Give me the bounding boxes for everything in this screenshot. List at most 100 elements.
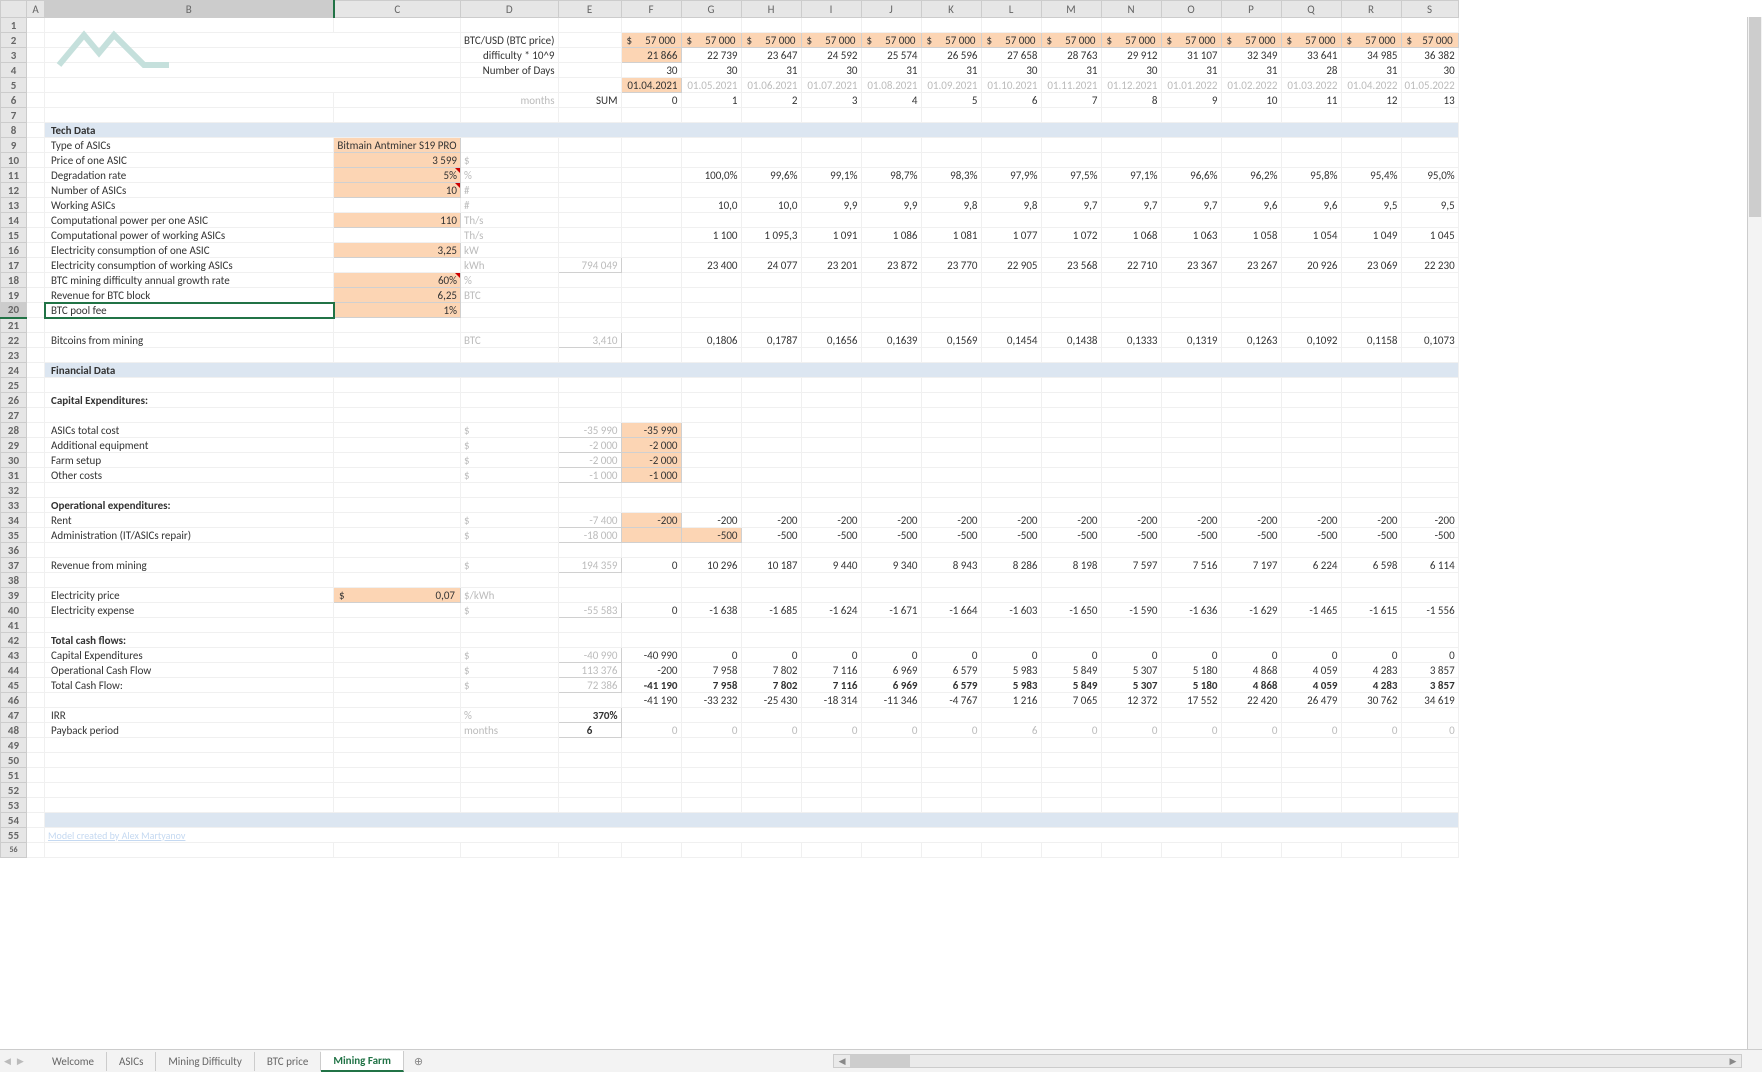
cell[interactable] xyxy=(861,738,921,753)
cell[interactable] xyxy=(1401,348,1458,363)
cell[interactable] xyxy=(861,573,921,588)
cell[interactable] xyxy=(861,18,921,33)
cell[interactable] xyxy=(1341,753,1401,768)
cell[interactable] xyxy=(1161,108,1221,123)
cell[interactable] xyxy=(621,228,681,243)
cell[interactable]: 7 516 xyxy=(1161,558,1221,573)
cell[interactable] xyxy=(45,93,334,108)
cell[interactable] xyxy=(558,243,621,258)
row-header[interactable]: 32 xyxy=(1,483,27,498)
cell[interactable]: 0 xyxy=(1281,723,1341,738)
cell[interactable] xyxy=(681,153,741,168)
cell[interactable] xyxy=(1341,438,1401,453)
cell[interactable] xyxy=(1041,243,1101,258)
cell[interactable] xyxy=(741,393,801,408)
row-header[interactable]: 14 xyxy=(1,213,27,228)
cell[interactable]: BTC mining difficulty annual growth rate xyxy=(45,273,334,288)
cell[interactable] xyxy=(45,108,334,123)
cell[interactable]: $57 000 xyxy=(681,33,741,48)
cell[interactable]: 5 180 xyxy=(1161,678,1221,693)
cell[interactable] xyxy=(1221,108,1281,123)
row-header[interactable]: 29 xyxy=(1,438,27,453)
cell[interactable] xyxy=(27,558,45,573)
cell[interactable]: 0 xyxy=(1341,723,1401,738)
cell[interactable] xyxy=(334,423,461,438)
cell[interactable]: $57 000 xyxy=(1101,33,1161,48)
cell[interactable]: # xyxy=(461,183,559,198)
cell[interactable]: 12 xyxy=(1341,93,1401,108)
cell[interactable] xyxy=(1041,423,1101,438)
cell[interactable] xyxy=(801,318,861,333)
cell[interactable] xyxy=(27,588,45,603)
cell[interactable] xyxy=(461,138,559,153)
cell[interactable] xyxy=(334,93,461,108)
row-header[interactable]: 55 xyxy=(1,828,27,843)
cell[interactable] xyxy=(981,213,1041,228)
cell[interactable]: 113 376 xyxy=(558,663,621,678)
cell[interactable] xyxy=(681,213,741,228)
cell[interactable] xyxy=(621,543,681,558)
cell[interactable] xyxy=(1281,633,1341,648)
cell[interactable] xyxy=(681,588,741,603)
row-header[interactable]: 51 xyxy=(1,768,27,783)
cell[interactable]: 6 598 xyxy=(1341,558,1401,573)
cell[interactable] xyxy=(681,18,741,33)
cell[interactable] xyxy=(27,618,45,633)
cell[interactable] xyxy=(741,843,801,858)
cell[interactable] xyxy=(681,783,741,798)
cell[interactable] xyxy=(1041,633,1101,648)
cell[interactable]: 6,25 xyxy=(334,288,461,303)
cell[interactable] xyxy=(741,768,801,783)
cell[interactable] xyxy=(1401,423,1458,438)
row-header[interactable]: 6 xyxy=(1,93,27,108)
cell[interactable]: 6 xyxy=(981,723,1041,738)
cell[interactable]: -40 990 xyxy=(558,648,621,663)
col-header[interactable]: H xyxy=(741,1,801,18)
cell[interactable] xyxy=(1221,153,1281,168)
cell[interactable] xyxy=(27,288,45,303)
cell[interactable] xyxy=(681,753,741,768)
cell[interactable]: -41 190 xyxy=(621,693,681,708)
cell[interactable]: 0,1319 xyxy=(1161,333,1221,348)
cell[interactable]: 6 114 xyxy=(1401,558,1458,573)
col-header[interactable]: L xyxy=(981,1,1041,18)
cell[interactable] xyxy=(1101,633,1161,648)
cell[interactable] xyxy=(681,708,741,723)
cell[interactable] xyxy=(921,588,981,603)
cell[interactable] xyxy=(1041,183,1101,198)
cell[interactable] xyxy=(1161,498,1221,513)
cell[interactable] xyxy=(861,243,921,258)
row-header[interactable]: 26 xyxy=(1,393,27,408)
cell[interactable] xyxy=(621,168,681,183)
cell[interactable]: BTC/USD (BTC price) xyxy=(461,33,559,48)
cell[interactable] xyxy=(621,243,681,258)
cell[interactable]: $57 000 xyxy=(741,33,801,48)
cell[interactable] xyxy=(461,633,559,648)
cell[interactable]: $ xyxy=(461,513,559,528)
col-header[interactable]: C xyxy=(334,1,461,18)
cell[interactable] xyxy=(921,408,981,423)
cell[interactable] xyxy=(27,393,45,408)
cell[interactable]: 34 619 xyxy=(1401,693,1458,708)
cell[interactable]: 0 xyxy=(1221,648,1281,663)
cell[interactable]: 98,3% xyxy=(921,168,981,183)
cell[interactable]: 1 100 xyxy=(681,228,741,243)
cell[interactable] xyxy=(681,843,741,858)
cell[interactable] xyxy=(921,243,981,258)
cell[interactable] xyxy=(1221,708,1281,723)
cell[interactable] xyxy=(461,783,559,798)
cell[interactable] xyxy=(741,438,801,453)
cell[interactable]: 3,25 xyxy=(334,243,461,258)
cell[interactable]: 24 077 xyxy=(741,258,801,273)
cell[interactable] xyxy=(1341,153,1401,168)
cell[interactable]: 6 579 xyxy=(921,663,981,678)
cell[interactable]: 01.01.2022 xyxy=(1161,78,1221,93)
cell[interactable]: 0 xyxy=(1401,723,1458,738)
cell[interactable]: 72 386 xyxy=(558,678,621,693)
cell[interactable] xyxy=(1401,288,1458,303)
cell[interactable]: -500 xyxy=(921,528,981,543)
cell[interactable] xyxy=(27,318,45,333)
row-header[interactable]: 50 xyxy=(1,753,27,768)
cell[interactable] xyxy=(1161,213,1221,228)
row-header[interactable]: 37 xyxy=(1,558,27,573)
